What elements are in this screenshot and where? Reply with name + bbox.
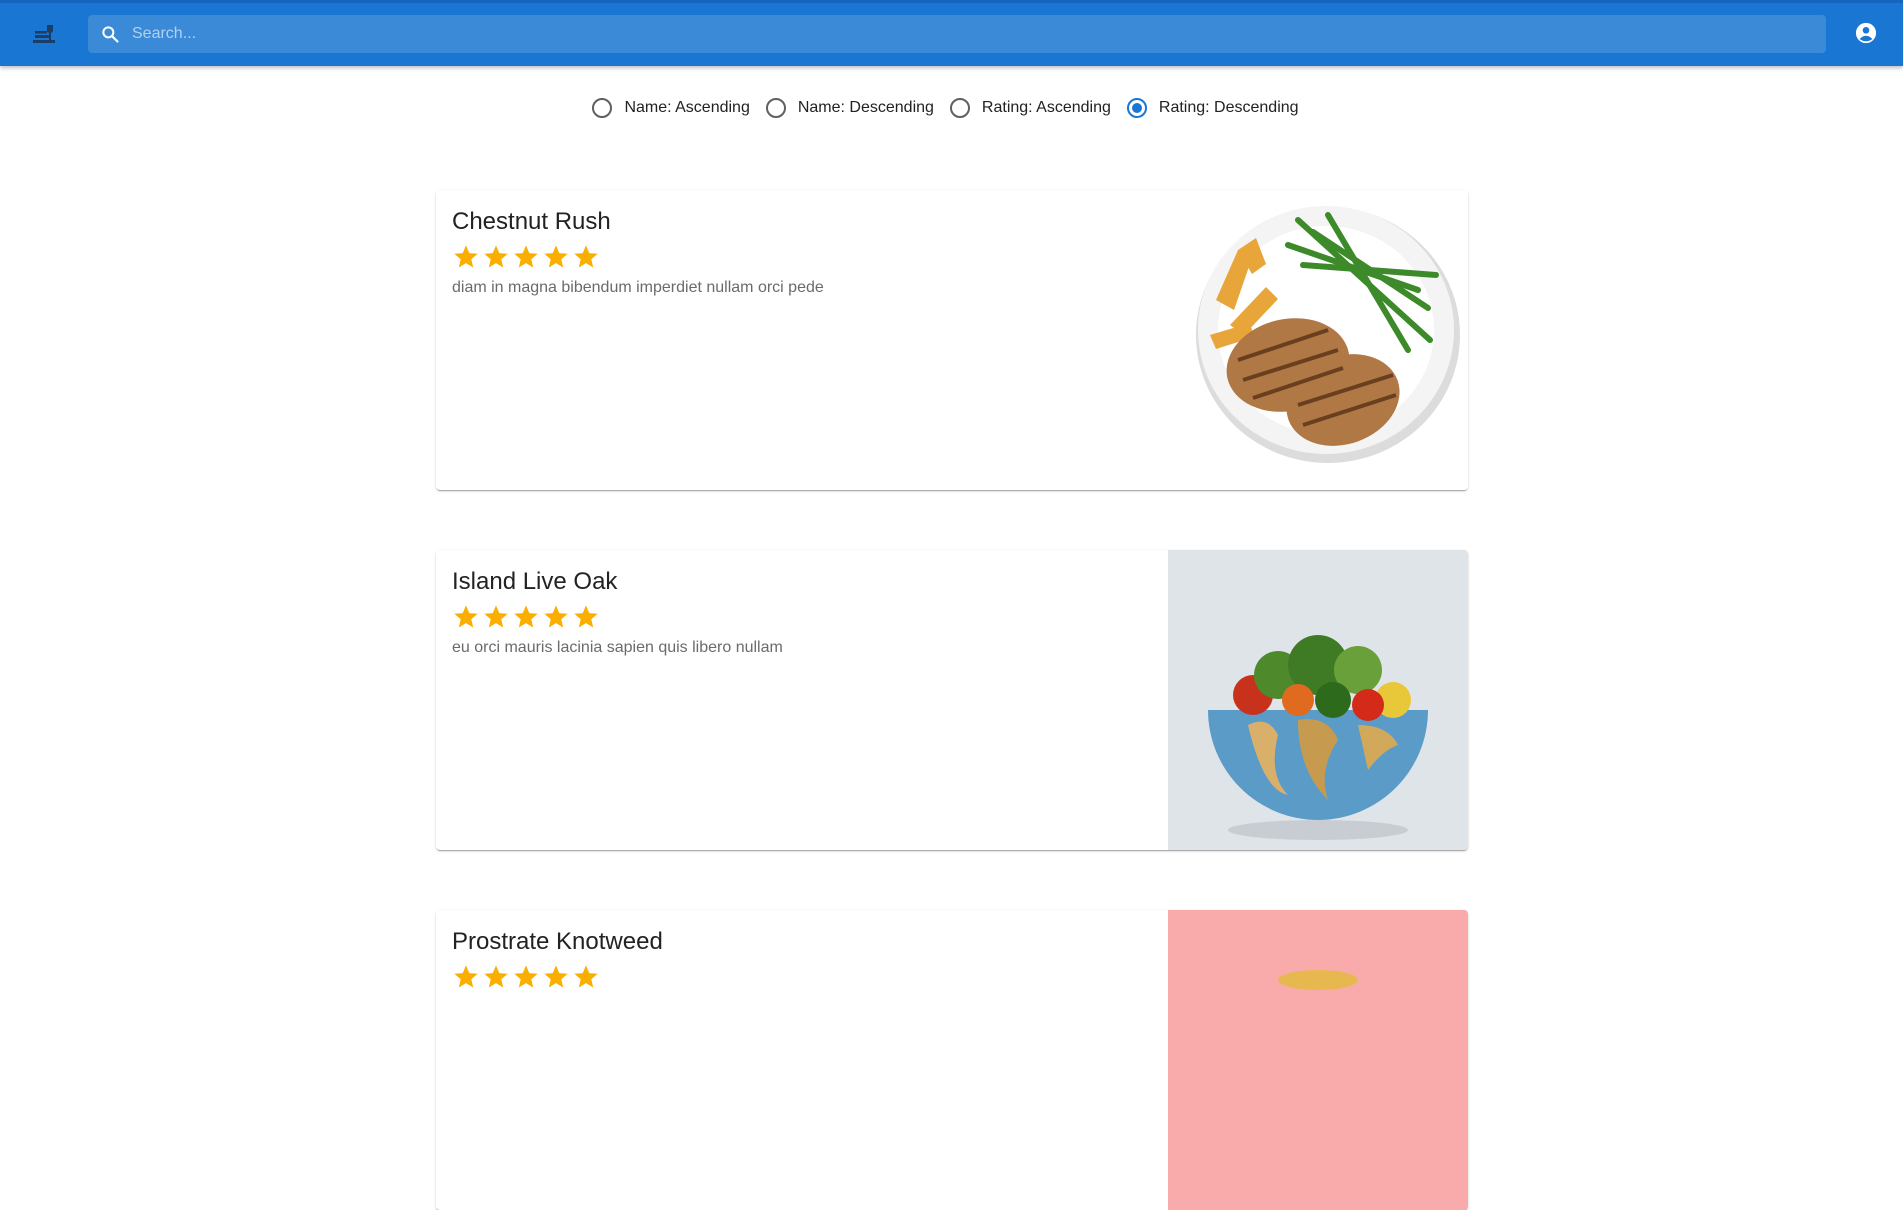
star-icon [514,245,538,268]
sort-option-name-asc[interactable]: Name: Ascending [592,98,750,118]
sort-option-label: Name: Descending [797,99,934,116]
recipe-card[interactable]: Prostrate Knotweed [436,910,1468,1210]
sort-option-label: Rating: Descending [1158,99,1299,116]
radio-button-checked[interactable] [1126,98,1147,118]
star-icon [574,605,598,628]
search-icon [102,26,119,43]
radio-button[interactable] [592,98,613,118]
rating-stars [452,242,1152,272]
sort-option-rating-asc[interactable]: Rating: Ascending [949,98,1111,118]
pink-background-dish-image [1168,910,1468,1210]
star-icon [544,245,568,268]
account-button[interactable] [1853,20,1879,46]
star-icon [544,965,568,988]
restaurant-menu-icon [33,25,55,43]
recipe-description: eu orci mauris lacinia sapien quis liber… [452,639,783,656]
recipe-description: diam in magna bibendum imperdiet nullam … [452,279,824,296]
search-bar [88,15,1826,53]
recipe-card-content: Island Live Oak eu orci mauris lacinia s… [452,566,1152,658]
star-icon [514,965,538,988]
rating-stars [452,602,1152,632]
recipe-image[interactable] [1168,910,1468,1210]
star-icon [484,245,508,268]
sort-radio-group: Name: Ascending Name: Descending Rating:… [0,92,1903,124]
search-icon-wrap [88,15,132,53]
recipe-card-content: Chestnut Rush diam in magna bibendum imp… [452,206,1152,298]
star-icon [454,605,478,628]
app-bar-top-stripe [0,0,1903,3]
sort-option-label: Rating: Ascending [981,99,1111,116]
recipe-image[interactable] [1168,550,1468,850]
star-icon [484,605,508,628]
account-circle-icon [1855,22,1877,44]
recipe-title: Island Live Oak [452,568,618,595]
recipe-card[interactable]: Island Live Oak eu orci mauris lacinia s… [436,550,1468,850]
recipe-card-content: Prostrate Knotweed [452,926,1152,998]
sort-option-rating-desc[interactable]: Rating: Descending [1126,98,1299,118]
sort-option-label: Name: Ascending [624,99,750,116]
star-icon [574,245,598,268]
recipe-title: Prostrate Knotweed [452,928,663,955]
star-icon [514,605,538,628]
grilled-meat-plate-image [1168,190,1468,490]
star-icon [484,965,508,988]
star-icon [574,965,598,988]
globe-bowl-vegetables-image [1168,550,1468,850]
recipe-card[interactable]: Chestnut Rush diam in magna bibendum imp… [436,190,1468,490]
sort-option-name-desc[interactable]: Name: Descending [765,98,934,118]
recipe-image[interactable] [1168,190,1468,490]
star-icon [544,605,568,628]
logo-button[interactable] [28,20,60,48]
star-icon [454,965,478,988]
recipe-title: Chestnut Rush [452,208,611,235]
rating-stars [452,962,1152,992]
app-bar [0,0,1903,66]
radio-button[interactable] [949,98,970,118]
search-input[interactable] [132,15,1826,53]
star-icon [454,245,478,268]
radio-button[interactable] [765,98,786,118]
